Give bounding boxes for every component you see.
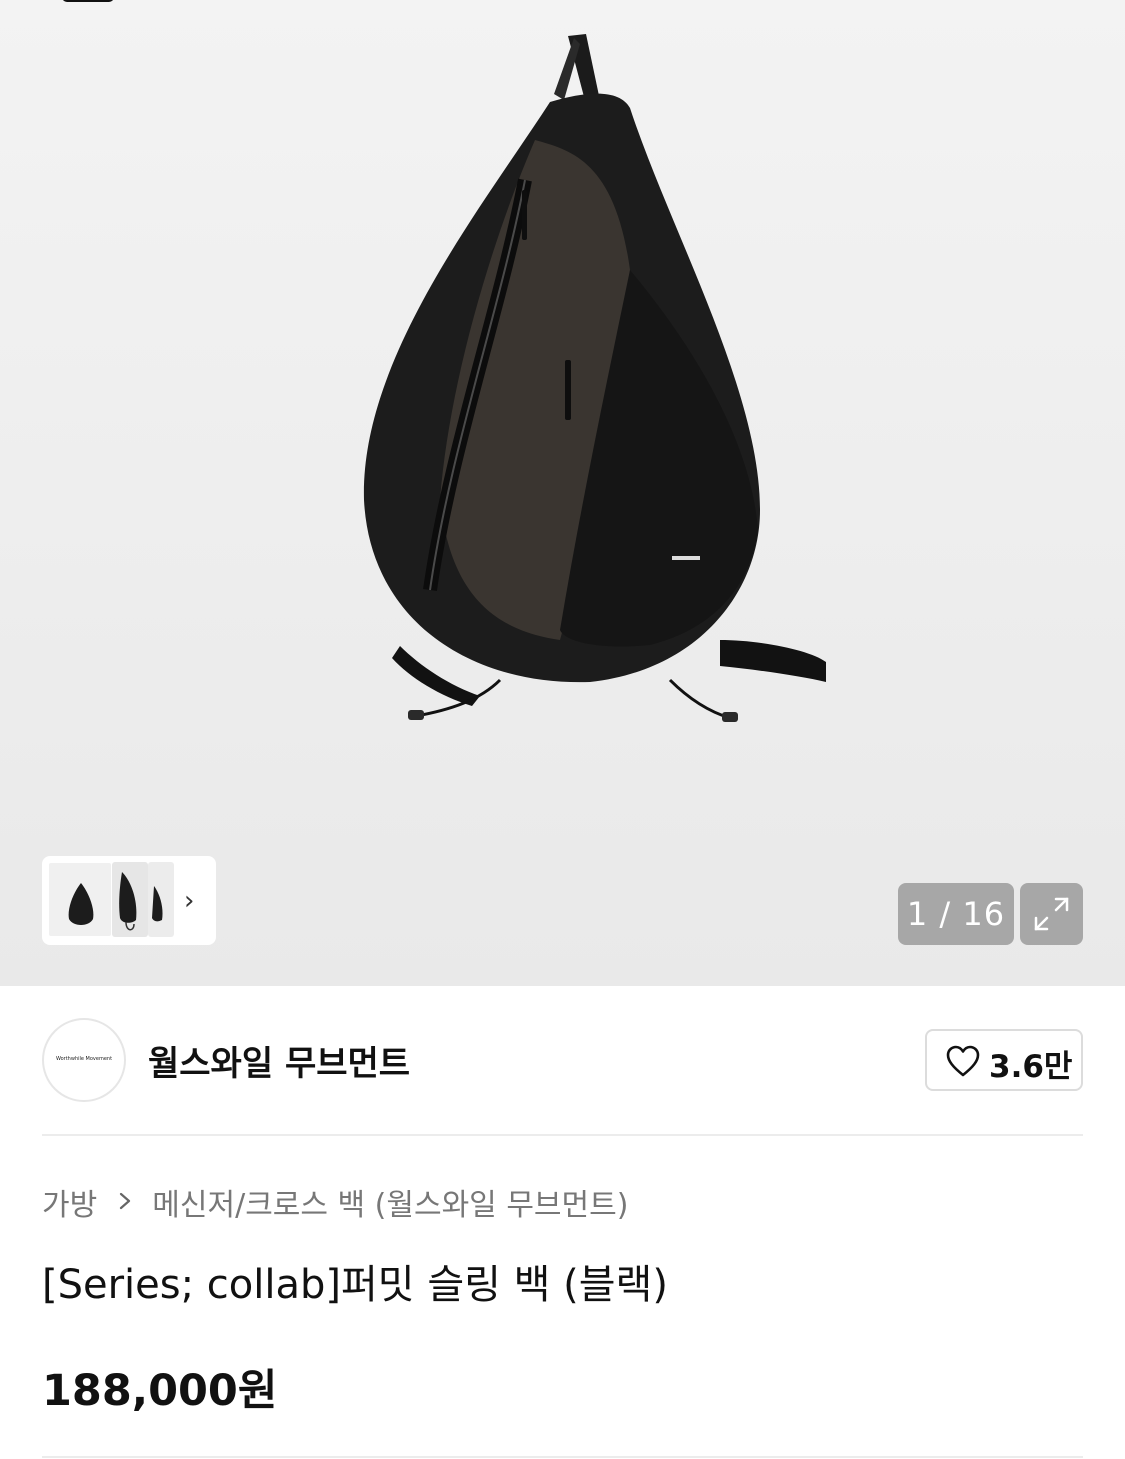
divider [42,1456,1083,1458]
expand-button[interactable] [1020,883,1083,945]
thumbnail-3[interactable] [148,862,174,937]
brand-logo[interactable]: Worthwhile Movement [42,1018,126,1102]
breadcrumb-item-bags[interactable]: 가방 [42,1180,97,1224]
chevron-right-icon [111,1186,139,1219]
breadcrumb-item-messenger-cross[interactable]: 메신저/크로스 백 (월스와일 무브먼트) [152,1180,628,1224]
bag-side-thumbnail-icon [119,872,137,931]
chevron-right-icon[interactable]: › [184,886,206,916]
like-button[interactable]: 3.6만 [925,1029,1083,1091]
brand-name[interactable]: 월스와일 무브먼트 [148,1036,410,1085]
brand-row: Worthwhile Movement 월스와일 무브먼트 3.6만 [42,1018,1083,1104]
product-gallery[interactable]: › 1 / 16 [0,0,1125,986]
heart-icon [946,1045,980,1077]
brand-logo-text: Worthwhile Movement [55,1056,113,1062]
image-counter: 1 / 16 [898,883,1014,945]
bag-back-thumbnail-icon [152,886,163,922]
product-title: [Series; collab]퍼밋 슬링 백 (블랙) [42,1262,668,1308]
status-pill [62,0,114,2]
bag-thumbnail-icon [68,883,94,925]
like-count: 3.6만 [989,1049,1073,1085]
divider [42,1134,1083,1136]
thumbnail-1[interactable] [48,862,112,937]
thumbnail-2[interactable] [112,862,148,937]
breadcrumb: 가방 메신저/크로스 백 (월스와일 무브먼트) [42,1180,628,1223]
expand-icon [1034,897,1069,931]
product-image[interactable] [340,30,840,740]
thumbnail-strip: › [42,856,216,945]
product-price: 188,000원 [42,1366,278,1416]
